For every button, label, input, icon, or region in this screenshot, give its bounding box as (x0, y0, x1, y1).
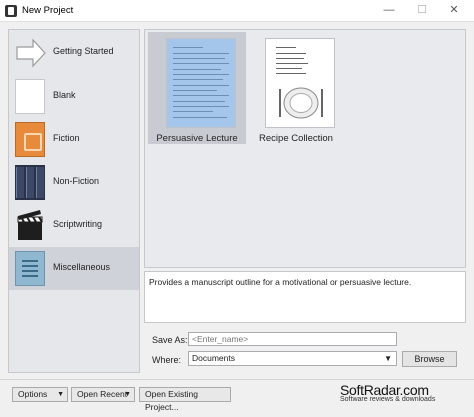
misc-page-icon (15, 251, 45, 286)
blank-page-icon (15, 79, 45, 114)
sidebar-item-fiction[interactable]: Fiction (9, 118, 139, 161)
chevron-down-icon: ▼ (384, 354, 392, 363)
where-label: Where: (152, 355, 182, 365)
category-sidebar: Getting Started Blank Fiction Non-Fictio… (8, 29, 140, 373)
close-button[interactable]: ✕ (447, 3, 461, 17)
sidebar-item-label: Scriptwriting (53, 219, 103, 229)
save-as-input[interactable] (188, 332, 397, 346)
template-description-box: Provides a manuscript outline for a moti… (144, 271, 466, 323)
save-as-label: Save As: (152, 335, 188, 345)
template-grid: Persuasive Lecture Recipe Collection (144, 29, 466, 268)
app-icon (5, 5, 17, 17)
watermark-sub: Software reviews & downloads (340, 396, 436, 403)
chevron-down-icon: ▼ (124, 391, 131, 398)
open-recent-button[interactable]: Open Recent ▼ (71, 387, 135, 402)
sidebar-item-label: Non-Fiction (53, 176, 100, 186)
footer-divider (0, 379, 474, 380)
fiction-book-icon (15, 122, 45, 157)
sidebar-item-label: Getting Started (53, 46, 114, 56)
chevron-down-icon: ▼ (57, 391, 64, 398)
options-label: Options (18, 389, 48, 399)
recipe-page-thumbnail (265, 38, 335, 128)
open-existing-label: Open Existing Project... (145, 389, 198, 412)
sidebar-item-label: Fiction (53, 133, 80, 143)
sidebar-item-blank[interactable]: Blank (9, 75, 139, 118)
window-title: New Project (22, 5, 74, 16)
open-existing-project-button[interactable]: Open Existing Project... (139, 387, 231, 412)
where-value: Documents (192, 353, 235, 363)
sidebar-item-getting-started[interactable]: Getting Started (9, 31, 139, 74)
template-persuasive-lecture[interactable]: Persuasive Lecture (148, 32, 246, 144)
watermark: SoftRadar.com Software reviews & downloa… (340, 382, 435, 403)
maximize-button[interactable]: ☐ (415, 3, 429, 17)
sidebar-item-label: Miscellaneous (53, 262, 111, 272)
clapperboard-icon (17, 210, 43, 240)
template-label: Persuasive Lecture (156, 133, 238, 144)
sidebar-item-label: Blank (53, 90, 76, 100)
plate-icon (279, 87, 323, 119)
title-bar: New Project — ☐ ✕ (0, 0, 474, 22)
sidebar-item-scriptwriting[interactable]: Scriptwriting (9, 204, 139, 247)
nonfiction-books-icon (15, 165, 45, 200)
browse-button[interactable]: Browse (402, 351, 457, 367)
where-dropdown[interactable]: Documents ▼ (188, 351, 397, 366)
minimize-button[interactable]: — (382, 3, 396, 17)
sidebar-item-miscellaneous[interactable]: Miscellaneous (9, 247, 139, 290)
arrow-icon (16, 38, 46, 68)
lecture-page-thumbnail (166, 38, 236, 128)
options-button[interactable]: Options ▼ (12, 387, 68, 402)
template-recipe-collection[interactable]: Recipe Collection (247, 32, 345, 144)
template-description: Provides a manuscript outline for a moti… (149, 277, 412, 287)
sidebar-item-non-fiction[interactable]: Non-Fiction (9, 161, 139, 204)
template-label: Recipe Collection (259, 133, 333, 144)
open-recent-label: Open Recent (77, 389, 128, 399)
